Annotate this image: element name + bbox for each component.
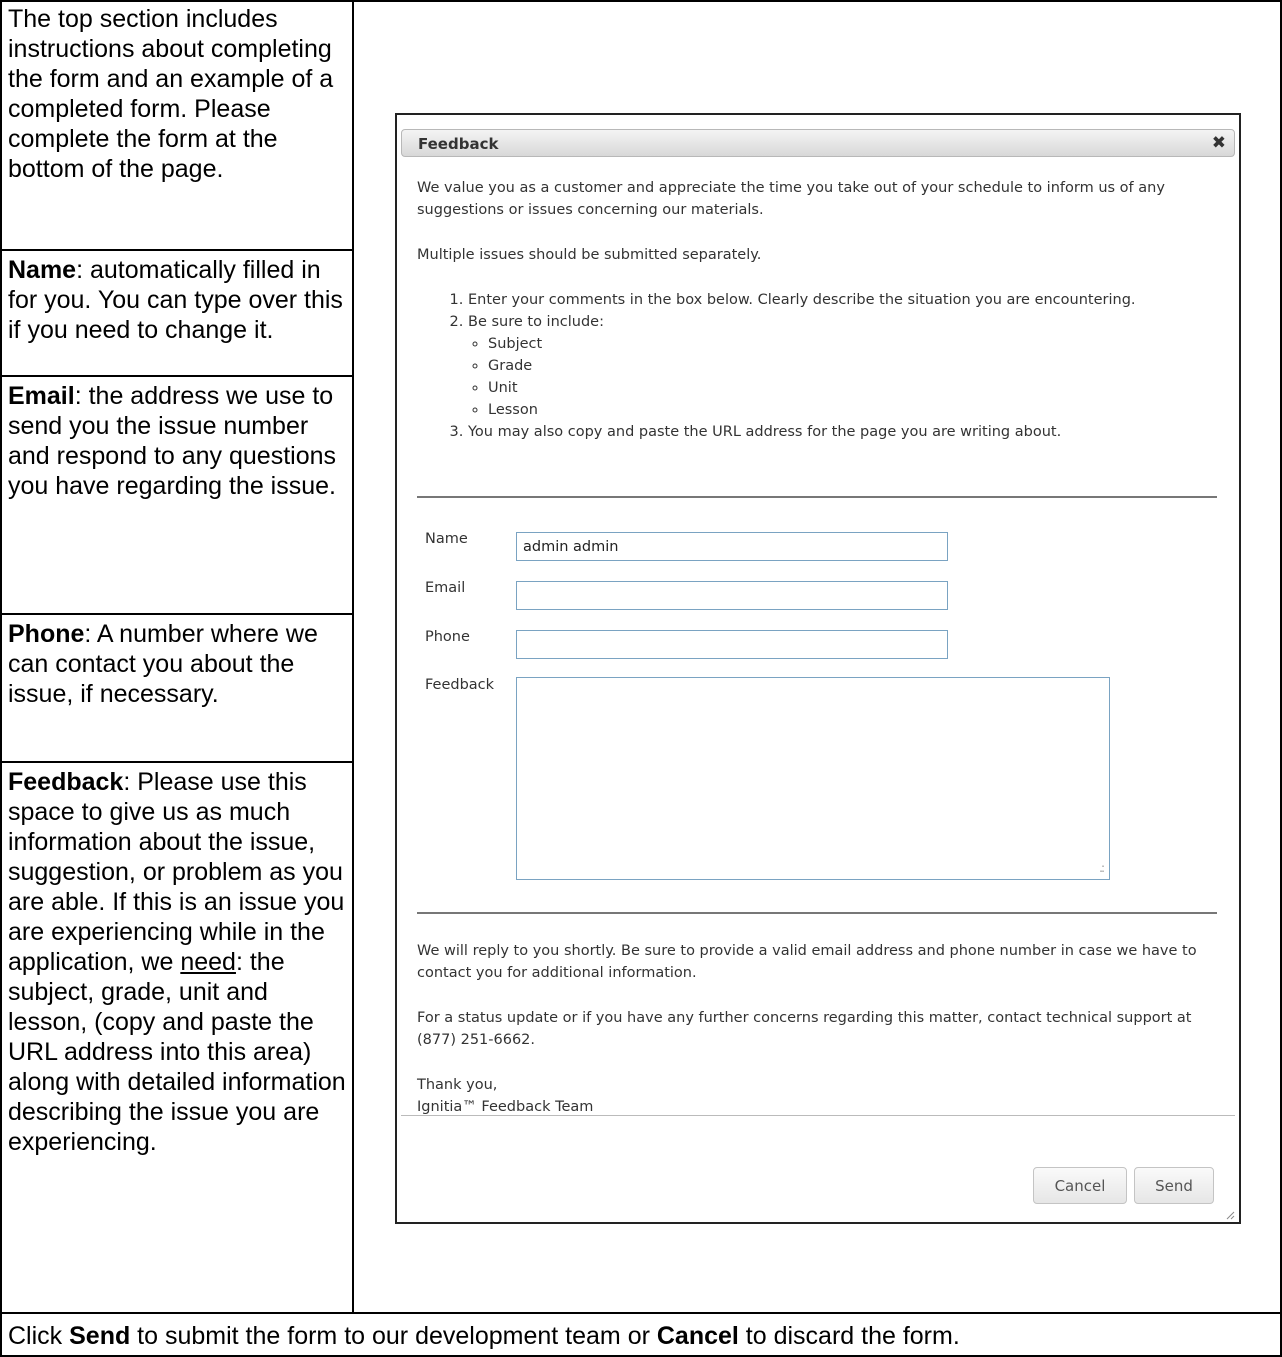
closing-cancel-term: Cancel: [656, 1322, 739, 1350]
step-item: You may also copy and paste the URL addr…: [468, 421, 1227, 443]
closing-instruction: Click Send to submit the form to our dev…: [0, 1312, 1282, 1357]
feedback-description-2: : the subject, grade, unit and lesson, (…: [8, 948, 346, 1156]
footer-thanks: Thank you,: [417, 1077, 498, 1093]
closing-text-end: to discard the form.: [738, 1322, 960, 1350]
footer-support-note: For a status update or if you have any f…: [417, 1010, 1192, 1048]
feedback-need-word: need: [180, 948, 236, 976]
instruction-table: The top section includes instructions ab…: [0, 0, 1282, 1357]
closing-text-start: Click: [8, 1322, 70, 1350]
dialog-titlebar: Feedback ✖: [401, 129, 1235, 157]
intro-text: The top section includes instructions ab…: [8, 5, 334, 183]
feedback-term: Feedback: [8, 768, 124, 796]
feedback-dialog-screenshot: Feedback ✖ We value you as a customer an…: [395, 113, 1241, 1224]
divider: [417, 496, 1217, 498]
phone-label: Phone: [425, 629, 470, 645]
instructions-column: The top section includes instructions ab…: [0, 0, 354, 1312]
dialog-title: Feedback: [418, 135, 499, 153]
step-item-text: Be sure to include:: [468, 314, 604, 330]
intro-cell: The top section includes instructions ab…: [0, 0, 352, 251]
feedback-cell: Feedback: Please use this space to give …: [0, 763, 352, 1312]
step-item: Be sure to include: Subject Grade Unit L…: [468, 311, 1227, 421]
feedback-label: Feedback: [425, 677, 495, 693]
name-label: Name: [425, 531, 468, 547]
feedback-textarea[interactable]: .:: [516, 677, 1110, 880]
dialog-steps: Enter your comments in the box below. Cl…: [417, 289, 1227, 443]
closing-text-middle: to submit the form to our development te…: [130, 1322, 657, 1350]
include-list: Subject Grade Unit Lesson: [468, 333, 1227, 421]
name-cell: Name: automatically filled in for you. Y…: [0, 251, 352, 377]
close-icon[interactable]: ✖: [1212, 133, 1226, 153]
cancel-button[interactable]: Cancel: [1033, 1167, 1127, 1204]
include-item: Lesson: [488, 399, 1227, 421]
resize-grip-icon[interactable]: [1225, 1210, 1235, 1220]
name-term: Name: [8, 256, 77, 284]
send-button[interactable]: Send: [1134, 1167, 1214, 1204]
email-label: Email: [425, 580, 466, 596]
phone-cell: Phone: A number where we can contact you…: [0, 615, 352, 763]
name-field[interactable]: [516, 532, 948, 561]
dialog-intro-2: Multiple issues should be submitted sepa…: [417, 247, 762, 263]
email-cell: Email: the address we use to send you th…: [0, 377, 352, 615]
email-term: Email: [8, 382, 75, 410]
divider: [417, 912, 1217, 914]
button-bar-divider: [401, 1115, 1235, 1116]
include-item: Unit: [488, 377, 1227, 399]
email-field[interactable]: [516, 581, 948, 610]
feedback-description-1: : Please use this space to give us as mu…: [8, 768, 345, 976]
closing-send-term: Send: [69, 1322, 131, 1350]
footer-reply-note: We will reply to you shortly. Be sure to…: [417, 943, 1197, 981]
phone-term: Phone: [8, 620, 85, 648]
phone-field[interactable]: [516, 630, 948, 659]
include-item: Subject: [488, 333, 1227, 355]
resize-grip-icon[interactable]: .:: [1099, 861, 1105, 875]
dialog-footer-text: We will reply to you shortly. Be sure to…: [417, 940, 1227, 1118]
dialog-intro-1: We value you as a customer and appreciat…: [417, 180, 1165, 218]
step-item: Enter your comments in the box below. Cl…: [468, 289, 1227, 311]
dialog-instructions: We value you as a customer and appreciat…: [417, 177, 1227, 443]
include-item: Grade: [488, 355, 1227, 377]
